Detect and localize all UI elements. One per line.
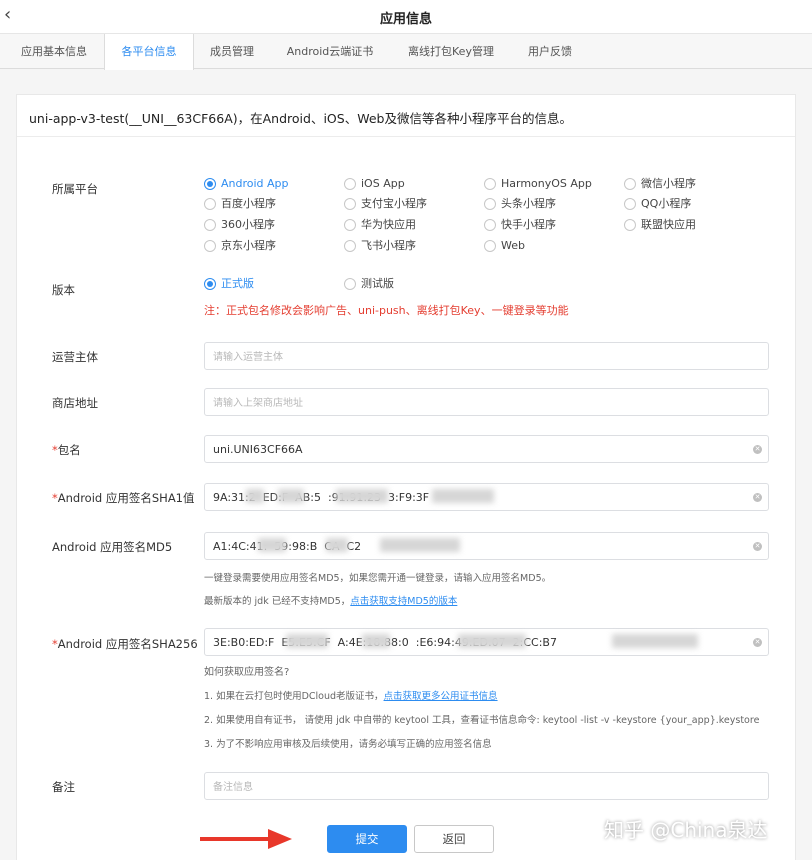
sha1-label: *Android 应用签名SHA1值: [52, 491, 195, 505]
tab-bar: 应用基本信息 各平台信息 成员管理 Android云端证书 离线打包Key管理 …: [0, 34, 812, 70]
store-url-input[interactable]: [204, 388, 769, 416]
md5-hint: 一键登录需要使用应用签名MD5，如果您需开通一键登录，请输入应用签名MD5。: [204, 573, 552, 584]
signature-help-step-3: 3. 为了不影响应用审核及后续使用，请务必填写正确的应用签名信息: [204, 739, 492, 750]
radio-icon: [624, 178, 636, 190]
clear-icon[interactable]: ✕: [753, 445, 762, 454]
radio-icon: [344, 219, 356, 231]
clear-icon[interactable]: ✕: [753, 638, 762, 647]
redaction-blur: [336, 489, 388, 503]
radio-icon: [484, 178, 496, 190]
tab-user-feedback[interactable]: 用户反馈: [512, 34, 588, 69]
md5-jdk-hint: 最新版本的 jdk 已经不支持MD5，点击获取支持MD5的版本: [204, 596, 458, 607]
radio-icon: [344, 278, 356, 290]
clear-icon[interactable]: ✕: [753, 542, 762, 551]
radio-icon: [624, 198, 636, 210]
radio-icon: [204, 198, 216, 210]
public-cert-link[interactable]: 点击获取更多公用证书信息: [384, 691, 498, 702]
radio-checked-icon: [204, 178, 216, 190]
tab-members[interactable]: 成员管理: [194, 34, 270, 69]
sha256-label: *Android 应用签名SHA256: [52, 637, 198, 651]
radio-icon: [484, 198, 496, 210]
package-change-warning: 注：正式包名修改会影响广告、uni-push、离线打包Key、一键登录等功能: [204, 304, 569, 317]
redaction-blur: [458, 634, 526, 648]
title-bar: ‹ 应用信息: [0, 0, 812, 34]
tab-platform-info[interactable]: 各平台信息: [104, 34, 194, 70]
signature-help-step-2: 2. 如果使用自有证书， 请使用 jdk 中自带的 keytool 工具，查看证…: [204, 715, 760, 726]
platform-label: 所属平台: [52, 182, 98, 196]
md5-input[interactable]: [204, 532, 769, 560]
redaction-blur: [380, 538, 460, 552]
package-name-input[interactable]: [204, 435, 769, 463]
operator-label: 运营主体: [52, 350, 98, 364]
redaction-blur: [286, 634, 328, 648]
package-name-label: *包名: [52, 443, 81, 457]
back-button[interactable]: 返回: [414, 825, 494, 853]
redaction-blur: [246, 489, 264, 503]
card-header: uni-app-v3-test(__UNI__63CF66A)，在Android…: [17, 95, 795, 137]
remark-label: 备注: [52, 780, 75, 794]
radio-icon: [204, 240, 216, 252]
redaction-blur: [432, 489, 494, 503]
submit-button[interactable]: 提交: [327, 825, 407, 853]
redaction-blur: [326, 538, 348, 552]
redaction-blur: [258, 538, 286, 552]
redaction-blur: [362, 634, 390, 648]
radio-icon: [344, 178, 356, 190]
tab-android-cloud-cert[interactable]: Android云端证书: [270, 34, 390, 69]
store-url-label: 商店地址: [52, 396, 98, 410]
redaction-blur: [612, 634, 698, 648]
radio-icon: [484, 219, 496, 231]
radio-icon: [344, 198, 356, 210]
radio-icon: [624, 219, 636, 231]
signature-help-step-1: 1. 如果在云打包时使用DCloud老版证书，点击获取更多公用证书信息: [204, 691, 498, 702]
md5-version-link[interactable]: 点击获取支持MD5的版本: [350, 596, 457, 607]
radio-checked-icon: [204, 278, 216, 290]
signature-help-title: 如何获取应用签名?: [204, 667, 290, 678]
watermark: 知乎 @China泉达: [604, 818, 768, 842]
card-heading: uni-app-v3-test(__UNI__63CF66A)，在Android…: [29, 111, 572, 126]
version-label: 版本: [52, 283, 75, 297]
clear-icon[interactable]: ✕: [753, 493, 762, 502]
red-arrow-icon: [200, 829, 292, 849]
redaction-blur: [278, 489, 304, 503]
radio-icon: [344, 240, 356, 252]
page-title: 应用信息: [379, 12, 432, 27]
radio-icon: [484, 240, 496, 252]
radio-icon: [204, 219, 216, 231]
md5-label: Android 应用签名MD5: [52, 540, 173, 554]
tab-basic-info[interactable]: 应用基本信息: [4, 34, 104, 69]
operator-input[interactable]: [204, 342, 769, 370]
remark-input[interactable]: [204, 772, 769, 800]
tab-offline-key[interactable]: 离线打包Key管理: [390, 34, 512, 69]
